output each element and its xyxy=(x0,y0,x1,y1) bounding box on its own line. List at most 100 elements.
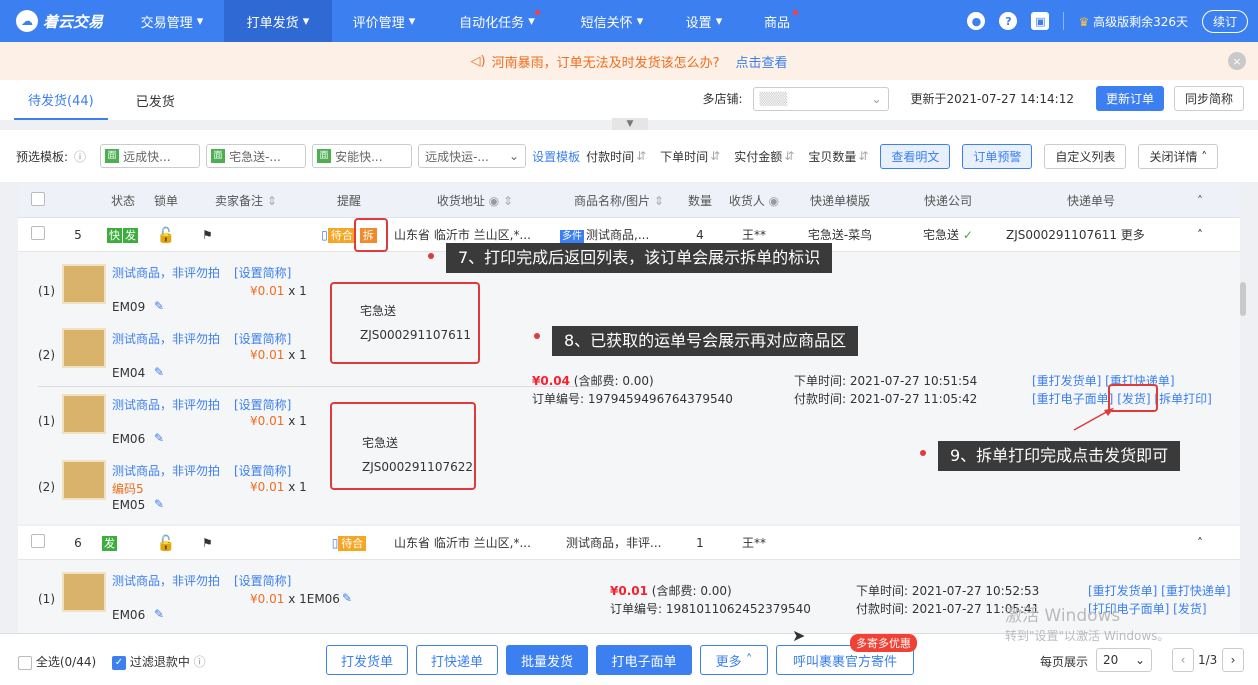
help-icon[interactable]: ? xyxy=(999,12,1018,30)
header-checkbox[interactable] xyxy=(18,192,58,209)
nav-trade[interactable]: 交易管理 ▾ xyxy=(120,0,224,42)
order-number: 订单编号: 1979459496764379540 xyxy=(532,392,733,406)
edit-icon[interactable]: ✎ xyxy=(154,365,164,379)
page-size-select[interactable]: 20 ⌄ xyxy=(1096,648,1152,672)
product-name[interactable]: 测试商品，非评勿拍 xyxy=(112,330,220,347)
product-name[interactable]: 测试商品，非评勿拍 xyxy=(112,396,220,413)
receiver-cell: 王** xyxy=(741,536,766,550)
edit-icon[interactable]: ✎ xyxy=(154,607,164,621)
page-indicator: 1/3 xyxy=(1198,653,1218,667)
nav-review[interactable]: 评价管理 ▾ xyxy=(332,0,436,42)
chevron-up-icon[interactable]: ˄ xyxy=(1180,194,1220,208)
template-chip[interactable]: 面安能快... xyxy=(312,144,413,168)
order-tabs: 待发货(44) 已发货 多店铺: ▒▒▒ ⌄ 更新于2021-07-27 14:1… xyxy=(0,80,1258,120)
nav-tools: ● ? ▣ ♛ 高级版剩余326天 续订 xyxy=(967,0,1248,42)
tab-pending[interactable]: 待发货(44) xyxy=(14,80,108,120)
edit-icon[interactable]: ✎ xyxy=(154,431,164,445)
close-detail-button[interactable]: 关闭详情 ˄ xyxy=(1138,143,1219,169)
product-name[interactable]: 测试商品，非评勿拍 xyxy=(112,264,220,281)
crown-icon: ♛ xyxy=(1078,14,1090,29)
checkbox[interactable] xyxy=(31,192,45,206)
set-template-link[interactable]: 设置模板 xyxy=(532,148,580,165)
filter-refund[interactable]: ✓ 过滤退款中 ⓘ xyxy=(112,653,206,670)
batch-ship-button[interactable]: 批量发货 xyxy=(506,645,588,675)
edit-icon[interactable]: ✎ xyxy=(154,299,164,313)
renew-button[interactable]: 续订 xyxy=(1201,9,1248,33)
edit-icon[interactable]: ✎ xyxy=(342,591,352,605)
template-chip[interactable]: 面宅急送-... xyxy=(206,144,307,168)
tab-shipped[interactable]: 已发货 xyxy=(122,80,189,120)
remind-cell: ▯ 待合 xyxy=(308,535,390,551)
order-warning-button[interactable]: 订单预警 xyxy=(962,143,1033,169)
print-ewaybill-button[interactable]: 打电子面单 xyxy=(596,645,692,675)
print-express-button[interactable]: 打快递单 xyxy=(416,645,498,675)
nav-goods[interactable]: 商品 xyxy=(742,0,812,42)
sync-abbr-button[interactable]: 同步简称 xyxy=(1173,86,1244,111)
collapse-toggle-icon[interactable]: ▼ xyxy=(612,118,648,130)
address-cell: 山东省 临沂市 兰山区,*... xyxy=(394,228,531,242)
sort-quantity[interactable]: 宝贝数量 ⇵ xyxy=(808,148,868,165)
nav-settings[interactable]: 设置 ▾ xyxy=(666,0,742,42)
sort-amount[interactable]: 实付金额 ⇵ xyxy=(734,148,794,165)
ticket-icon[interactable]: ▣ xyxy=(1031,12,1050,30)
checkbox-checked[interactable]: ✓ xyxy=(112,655,126,670)
tracking-cell[interactable]: ZJS000291107611 更多 xyxy=(1002,226,1180,243)
col-receiver[interactable]: 收货人 ◉ xyxy=(722,192,786,209)
set-abbr-link[interactable]: [设置简称] xyxy=(234,330,291,347)
sort-icon: ⇵ xyxy=(858,149,869,163)
set-abbr-link[interactable]: [设置简称] xyxy=(234,264,291,281)
flag-icon[interactable]: ⚑ xyxy=(184,228,308,242)
checkbox[interactable] xyxy=(31,534,45,548)
highlight-box xyxy=(330,402,476,490)
checkbox[interactable] xyxy=(31,226,45,240)
lock-icon[interactable]: 🔓 xyxy=(148,226,184,244)
template-chip[interactable]: 面远成快... xyxy=(100,144,201,168)
nav-automation[interactable]: 自动化任务 ▾ xyxy=(436,0,558,42)
set-abbr-link[interactable]: [设置简称] xyxy=(234,396,291,413)
custom-columns-button[interactable]: 自定义列表 xyxy=(1044,143,1127,169)
update-orders-button[interactable]: 更新订单 xyxy=(1095,86,1164,111)
sort-order-time[interactable]: 下单时间 ⇵ xyxy=(660,148,720,165)
col-address[interactable]: 收货地址 ◉ ⇕ xyxy=(390,192,560,209)
next-page-icon[interactable]: › xyxy=(1222,648,1244,672)
bell-icon[interactable]: ● xyxy=(967,12,986,30)
more-button[interactable]: 更多 ˄ xyxy=(700,645,768,675)
set-abbr-link[interactable]: [设置简称] xyxy=(234,572,291,589)
prev-page-icon[interactable]: ‹ xyxy=(1172,648,1194,672)
close-icon[interactable]: × xyxy=(1228,52,1246,70)
company-cell: 宅急送 ✓ xyxy=(923,228,973,242)
view-plain-button[interactable]: 查看明文 xyxy=(880,143,951,169)
chevron-up-icon[interactable]: ˄ xyxy=(1180,228,1220,242)
select-all[interactable]: 全选(0/44) xyxy=(18,653,96,670)
reprint-links[interactable]: [重打发货单] [重打快递单] xyxy=(1088,582,1231,599)
address-cell: 山东省 临沂市 兰山区,*... xyxy=(394,536,531,550)
col-goods[interactable]: 商品名称/图片 ⇕ xyxy=(560,192,678,209)
order-time: 下单时间: 2021-07-27 10:51:54 xyxy=(794,374,978,388)
receiver-cell: 王** xyxy=(741,228,766,242)
sort-icon: ⇕ xyxy=(503,194,514,208)
col-seller-note[interactable]: 卖家备注 ⇕ xyxy=(184,192,308,209)
sort-pay-time[interactable]: 付款时间 ⇵ xyxy=(586,148,646,165)
chevron-up-icon[interactable]: ˄ xyxy=(1180,536,1220,550)
nav-sms[interactable]: 短信关怀 ▾ xyxy=(558,0,666,42)
flag-icon[interactable]: ⚑ xyxy=(184,536,308,550)
scrollbar[interactable] xyxy=(1240,282,1246,316)
row-number: 5 xyxy=(74,227,82,242)
template-select[interactable]: 远成快运-... ⌄ xyxy=(418,144,527,168)
app-logo[interactable]: ☁ 着云交易 xyxy=(0,10,120,32)
product-name[interactable]: 测试商品，非评勿拍 xyxy=(112,462,220,479)
set-abbr-link[interactable]: [设置简称] xyxy=(234,462,291,479)
checkbox[interactable] xyxy=(18,655,32,670)
shop-select[interactable]: ▒▒▒ ⌄ xyxy=(752,86,889,111)
print-invoice-button[interactable]: 打发货单 xyxy=(326,645,408,675)
lock-icon[interactable]: 🔓 xyxy=(148,534,184,552)
nav-print-ship[interactable]: 打单发货 ▾ xyxy=(224,0,332,42)
split-print-link[interactable]: [拆单打印] xyxy=(1154,392,1211,406)
notice-link[interactable]: 点击查看 xyxy=(735,52,787,71)
template-icon: 面 xyxy=(317,149,332,163)
edit-icon[interactable]: ✎ xyxy=(154,497,164,511)
row-checkbox[interactable] xyxy=(18,534,58,551)
product-name[interactable]: 测试商品，非评勿拍 xyxy=(112,572,220,589)
row-checkbox[interactable] xyxy=(18,226,58,243)
callout-step7: 7、打印完成后返回列表，该订单会展示拆单的标识 xyxy=(446,243,833,273)
